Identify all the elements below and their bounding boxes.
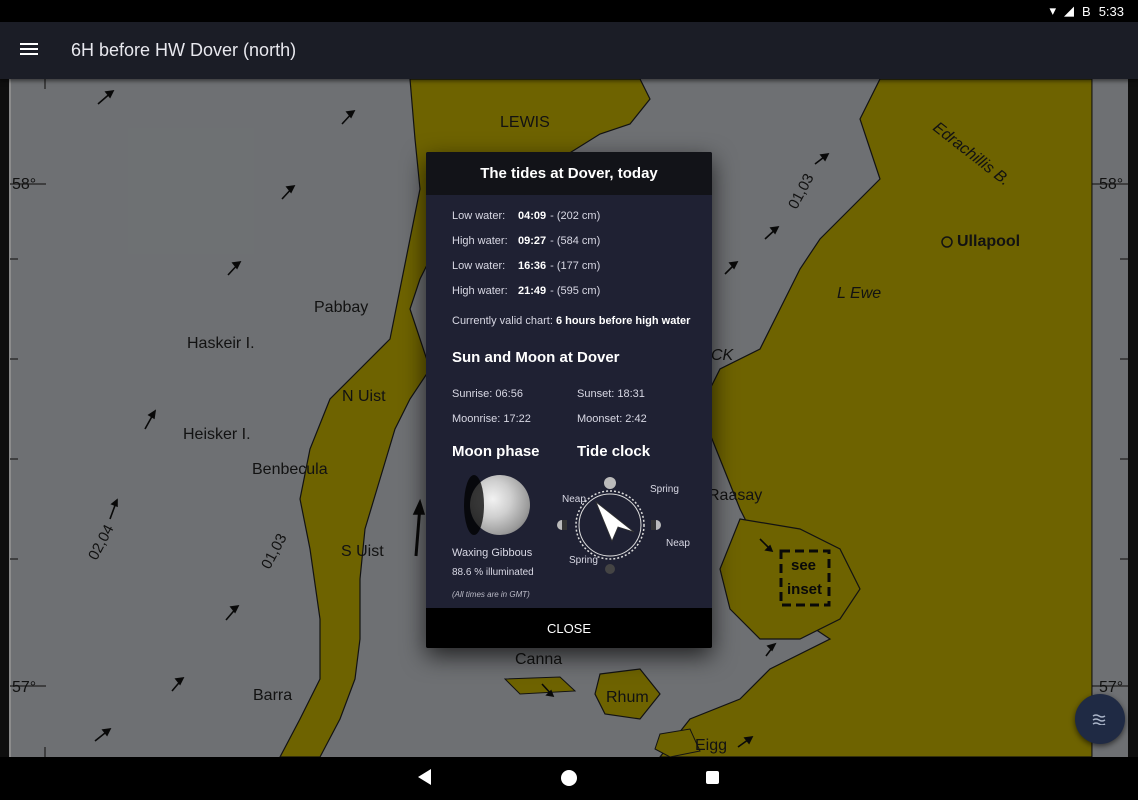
tide-time: 04:09 <box>518 210 547 222</box>
tide-height: - (202 cm) <box>550 210 601 222</box>
dialog-title: The tides at Dover, today <box>426 152 712 195</box>
waves-icon <box>1092 714 1106 725</box>
sunrise: Sunrise: 06:56 <box>452 388 523 400</box>
tide-time: 21:49 <box>518 285 547 297</box>
moonset: Moonset: 2:42 <box>577 413 647 425</box>
back-icon[interactable] <box>418 769 431 785</box>
moon-phase-name: Waxing Gibbous <box>452 547 533 559</box>
wifi-icon: ▾ <box>1049 3 1057 18</box>
tide-type: Low water: <box>452 210 506 222</box>
gmt-note: (All times are in GMT) <box>452 590 530 599</box>
close-button[interactable]: CLOSE <box>426 608 712 648</box>
tide-height: - (177 cm) <box>550 260 601 272</box>
tide-clock-dial <box>557 477 661 574</box>
moon-phase-heading: Moon phase <box>452 443 540 460</box>
recents-icon[interactable] <box>706 771 719 784</box>
clock-label-spring: Spring <box>569 555 598 566</box>
tide-type: High water: <box>452 235 508 247</box>
moon-illumination: 88.6 % illuminated <box>452 567 534 578</box>
clock-label-neap: Neap <box>666 538 690 549</box>
tide-row: Low water: 04:09- (202 cm) <box>452 210 600 222</box>
battery-icon: B <box>1082 3 1091 19</box>
sunset: Sunset: 18:31 <box>577 388 645 400</box>
home-icon[interactable] <box>561 770 577 786</box>
tides-dialog: The tides at Dover, today Low water: 04:0… <box>426 152 712 648</box>
status-time: 5:33 <box>1098 3 1124 19</box>
signal-icon: ◢ <box>1064 3 1075 18</box>
tide-type: Low water: <box>452 260 506 272</box>
tide-height: - (595 cm) <box>550 285 601 297</box>
tide-time: 16:36 <box>518 260 547 272</box>
tide-height: - (584 cm) <box>550 235 601 247</box>
page-title: 6H before HW Dover (north) <box>71 40 297 60</box>
tide-row: High water: 09:27- (584 cm) <box>452 235 600 247</box>
chart-value: 6 hours before high water <box>555 315 691 327</box>
tide-clock-heading: Tide clock <box>577 443 651 460</box>
status-icons: ▾ ◢ B 5:33 <box>1049 3 1124 19</box>
current-chart: Currently valid chart: 6 hours before hi… <box>452 315 690 327</box>
tide-time: 09:27 <box>518 235 547 247</box>
chart-label: Currently valid chart: <box>452 315 553 327</box>
status-bar: ▾ ◢ B 5:33 <box>0 0 1138 22</box>
menu-icon[interactable] <box>20 40 42 60</box>
sun-moon-heading: Sun and Moon at Dover <box>452 349 620 366</box>
moonrise: Moonrise: 17:22 <box>452 413 531 425</box>
tide-type: High water: <box>452 285 508 297</box>
dialog-body[interactable]: Low water: 04:09- (202 cm) High water: 09:… <box>426 195 712 608</box>
clock-label-spring: Spring <box>650 484 679 495</box>
moon-phase-image <box>464 475 530 535</box>
tide-row: Low water: 16:36- (177 cm) <box>452 260 600 272</box>
system-nav-bar <box>0 757 1138 800</box>
tide-row: High water: 21:49- (595 cm) <box>452 285 600 297</box>
app-bar: 6H before HW Dover (north) <box>0 22 1138 79</box>
tide-fab-button[interactable] <box>1075 694 1125 744</box>
clock-label-neap: Neap <box>562 494 586 505</box>
